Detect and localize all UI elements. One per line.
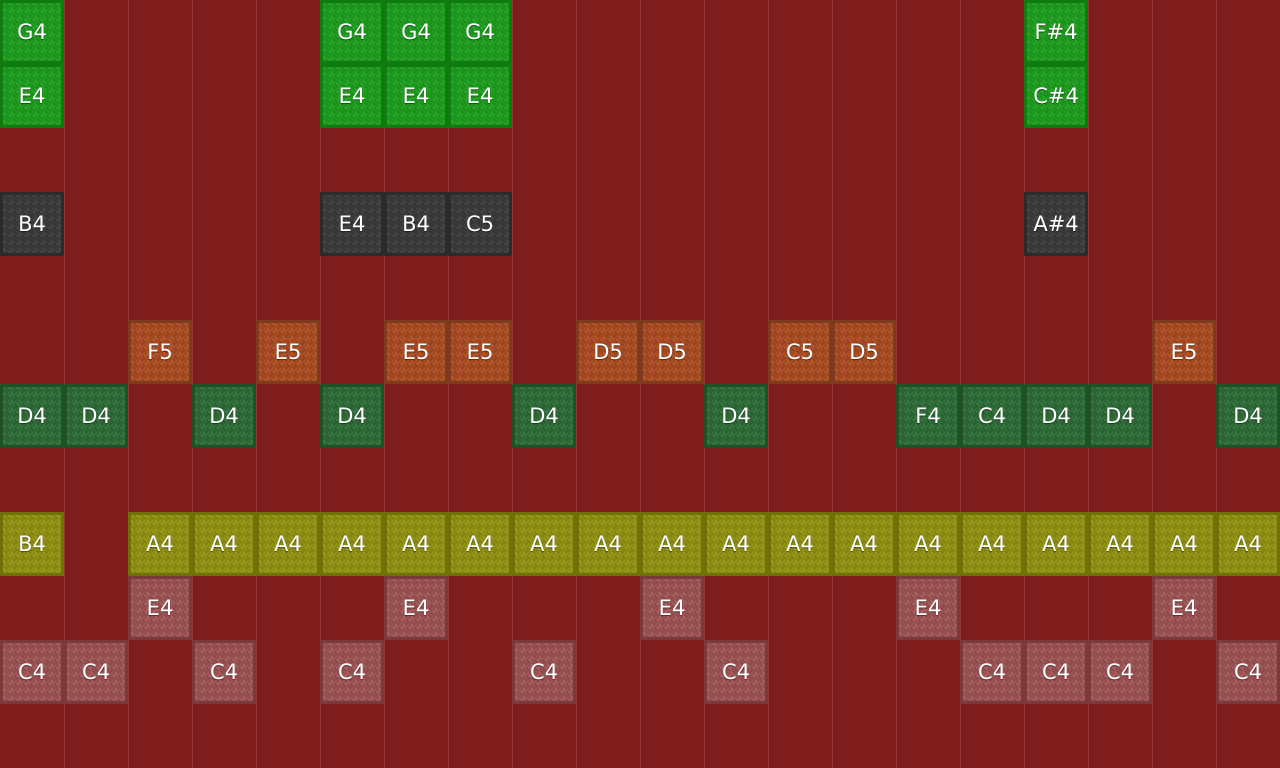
note-block[interactable]: A4 <box>512 512 576 576</box>
note-block[interactable]: E5 <box>448 320 512 384</box>
note-block[interactable]: C4 <box>960 384 1024 448</box>
note-block[interactable]: E4 <box>384 64 448 128</box>
note-block[interactable]: A4 <box>192 512 256 576</box>
note-block[interactable]: A4 <box>576 512 640 576</box>
note-block[interactable]: A4 <box>960 512 1024 576</box>
note-block[interactable]: D4 <box>1088 384 1152 448</box>
note-block[interactable]: D4 <box>0 384 64 448</box>
note-block[interactable]: E4 <box>320 64 384 128</box>
note-block[interactable]: C4 <box>960 640 1024 704</box>
column-divider <box>128 0 129 768</box>
note-block[interactable]: A4 <box>384 512 448 576</box>
note-block[interactable]: G4 <box>448 0 512 64</box>
note-block[interactable]: E5 <box>384 320 448 384</box>
note-block[interactable]: A4 <box>768 512 832 576</box>
note-block[interactable]: G4 <box>384 0 448 64</box>
column-divider <box>832 0 833 768</box>
note-block[interactable]: D4 <box>704 384 768 448</box>
note-block[interactable]: D4 <box>320 384 384 448</box>
note-block[interactable]: B4 <box>0 192 64 256</box>
note-block[interactable]: D5 <box>576 320 640 384</box>
note-block[interactable]: E4 <box>128 576 192 640</box>
note-block[interactable]: C4 <box>1216 640 1280 704</box>
note-block[interactable]: E5 <box>1152 320 1216 384</box>
note-block[interactable]: E4 <box>384 576 448 640</box>
note-block[interactable]: G4 <box>320 0 384 64</box>
note-block[interactable]: E4 <box>0 64 64 128</box>
note-block[interactable]: E4 <box>448 64 512 128</box>
note-block[interactable]: D5 <box>832 320 896 384</box>
note-block[interactable]: C4 <box>192 640 256 704</box>
note-block[interactable]: A4 <box>256 512 320 576</box>
note-block[interactable]: A4 <box>1024 512 1088 576</box>
note-block[interactable]: A4 <box>640 512 704 576</box>
note-block[interactable]: C4 <box>0 640 64 704</box>
note-block[interactable]: C4 <box>1024 640 1088 704</box>
note-block[interactable]: F#4 <box>1024 0 1088 64</box>
note-block-grid: G4 G4 G4 G4 F#4 E4 E4 E4 E4 C#4 B4 E4 B4 C5 A#4 F5 E5 E5 E… <box>0 0 1280 768</box>
note-block[interactable]: D4 <box>512 384 576 448</box>
column-divider <box>256 0 257 768</box>
note-block[interactable]: C4 <box>320 640 384 704</box>
note-block[interactable]: F5 <box>128 320 192 384</box>
note-block[interactable]: E4 <box>640 576 704 640</box>
note-block[interactable]: D4 <box>1024 384 1088 448</box>
note-block[interactable]: C4 <box>64 640 128 704</box>
note-block[interactable]: B4 <box>384 192 448 256</box>
note-block[interactable]: A4 <box>704 512 768 576</box>
note-block[interactable]: A4 <box>128 512 192 576</box>
note-block[interactable]: A4 <box>1216 512 1280 576</box>
note-block[interactable]: D4 <box>1216 384 1280 448</box>
note-block[interactable]: A#4 <box>1024 192 1088 256</box>
note-block[interactable]: C4 <box>512 640 576 704</box>
note-block[interactable]: G4 <box>0 0 64 64</box>
note-block[interactable]: A4 <box>1088 512 1152 576</box>
note-block[interactable]: D5 <box>640 320 704 384</box>
note-block[interactable]: C4 <box>704 640 768 704</box>
note-block[interactable]: E4 <box>896 576 960 640</box>
note-block[interactable]: E4 <box>1152 576 1216 640</box>
note-block[interactable]: D4 <box>64 384 128 448</box>
column-divider <box>576 0 577 768</box>
note-block[interactable]: C4 <box>1088 640 1152 704</box>
note-block[interactable]: B4 <box>0 512 64 576</box>
note-block[interactable]: E4 <box>320 192 384 256</box>
note-block[interactable]: A4 <box>320 512 384 576</box>
column-divider <box>640 0 641 768</box>
note-block[interactable]: C5 <box>448 192 512 256</box>
note-block[interactable]: C5 <box>768 320 832 384</box>
note-block[interactable]: A4 <box>1152 512 1216 576</box>
column-divider <box>768 0 769 768</box>
note-block[interactable]: C#4 <box>1024 64 1088 128</box>
column-divider <box>1152 0 1153 768</box>
note-block[interactable]: D4 <box>192 384 256 448</box>
note-block[interactable]: A4 <box>448 512 512 576</box>
note-block[interactable]: F4 <box>896 384 960 448</box>
note-block[interactable]: A4 <box>896 512 960 576</box>
note-block[interactable]: E5 <box>256 320 320 384</box>
note-block[interactable]: A4 <box>832 512 896 576</box>
